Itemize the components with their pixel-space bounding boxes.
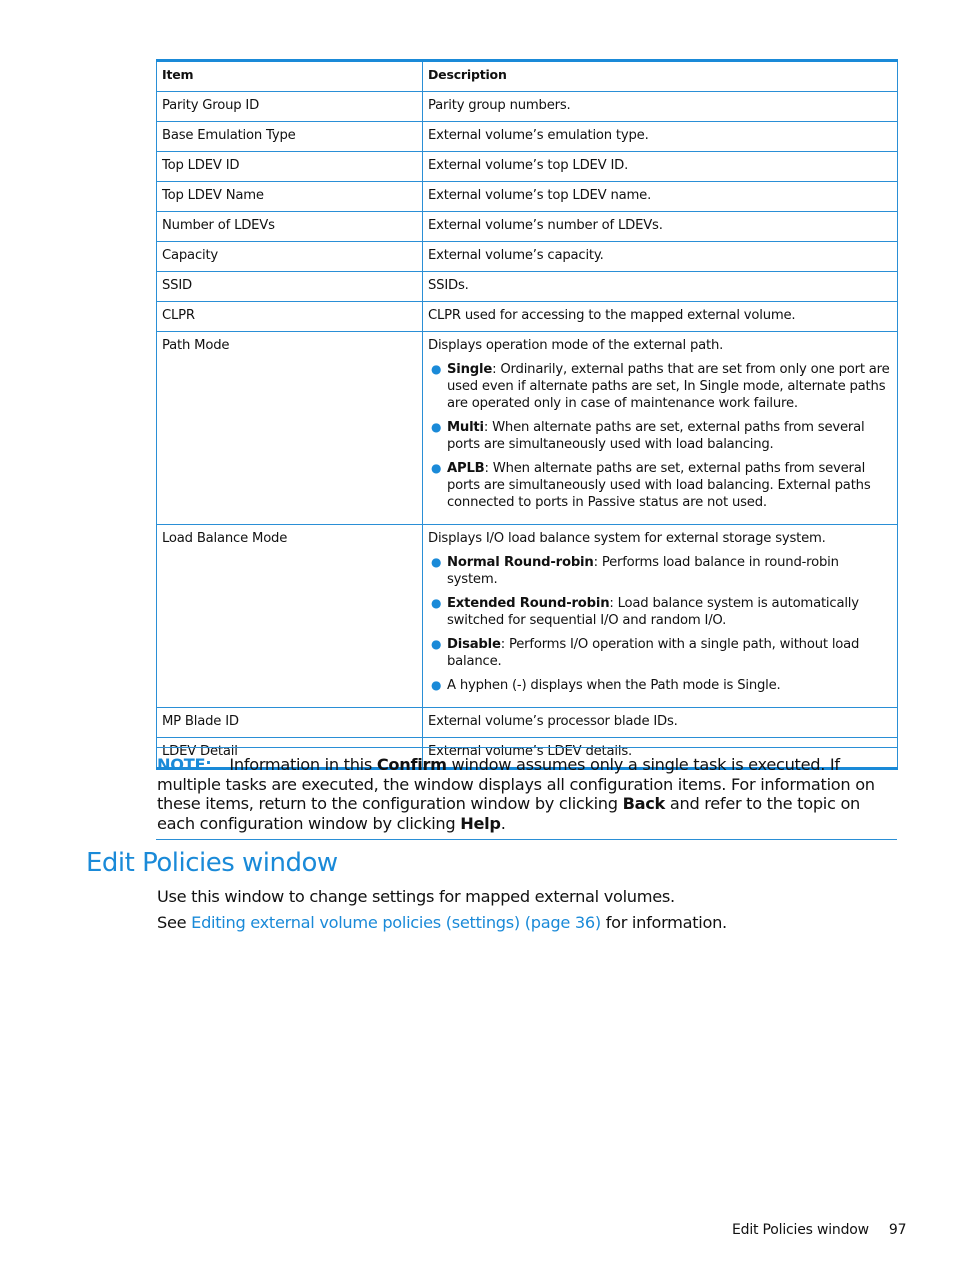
description-cell: External volume’s capacity. xyxy=(422,241,898,272)
bullet-term: Disable xyxy=(447,637,501,652)
table-header-row: Item Description xyxy=(156,59,898,92)
bullet-text: : Ordinarily, external paths that are se… xyxy=(447,362,890,411)
item-cell: SSID xyxy=(156,271,423,302)
bullet-term: Single xyxy=(447,362,493,377)
description-cell: External volume’s top LDEV name. xyxy=(422,181,898,212)
see-prefix: See xyxy=(157,913,192,932)
section-paragraph: Use this window to change settings for m… xyxy=(157,887,675,906)
description-cell: Displays I/O load balance system for ext… xyxy=(422,524,898,708)
bullet-term: APLB xyxy=(447,461,485,476)
table-row: Base Emulation Type External volume’s em… xyxy=(156,121,898,152)
description-cell: External volume’s top LDEV ID. xyxy=(422,151,898,182)
item-cell: Parity Group ID xyxy=(156,91,423,122)
table-row: Number of LDEVs External volume’s number… xyxy=(156,211,898,242)
bullet-icon: ● xyxy=(431,637,442,651)
description-cell: External volume’s number of LDEVs. xyxy=(422,211,898,242)
description-intro: Displays I/O load balance system for ext… xyxy=(428,531,826,546)
bullet-list: ● Single: Ordinarily, external paths that… xyxy=(428,361,892,511)
note-label: NOTE: xyxy=(157,755,212,774)
table-row: MP Blade ID External volume’s processor … xyxy=(156,707,898,738)
bullet-icon: ● xyxy=(431,461,442,475)
page-footer: Edit Policies window 97 xyxy=(732,1222,907,1238)
bullet-term: Extended Round-robin xyxy=(447,596,610,611)
section-paragraph-see: See Editing external volume policies (se… xyxy=(157,913,727,932)
list-item: ● Single: Ordinarily, external paths that… xyxy=(431,361,892,412)
description-cell: Displays operation mode of the external … xyxy=(422,331,898,525)
table-row: Top LDEV Name External volume’s top LDEV… xyxy=(156,181,898,212)
bullet-text: : When alternate paths are set, external… xyxy=(447,420,865,452)
description-cell: External volume’s emulation type. xyxy=(422,121,898,152)
description-intro: Displays operation mode of the external … xyxy=(428,338,724,353)
bullet-icon: ● xyxy=(431,678,442,692)
note-bold-confirm: Confirm xyxy=(376,755,447,774)
bullet-icon: ● xyxy=(431,362,442,376)
note-text: . xyxy=(500,813,506,833)
item-cell: MP Blade ID xyxy=(156,707,423,738)
footer-section-name: Edit Policies window xyxy=(732,1222,869,1238)
bullet-list: ● Normal Round-robin: Performs load balan… xyxy=(428,554,892,694)
list-item: ● Disable: Performs I/O operation with a … xyxy=(431,636,892,670)
table-row: Parity Group ID Parity group numbers. xyxy=(156,91,898,122)
item-cell: Top LDEV ID xyxy=(156,151,423,182)
bullet-icon: ● xyxy=(431,596,442,610)
description-cell: SSIDs. xyxy=(422,271,898,302)
table-row: SSID SSIDs. xyxy=(156,271,898,302)
item-cell: Path Mode xyxy=(156,331,423,525)
description-cell: External volume’s processor blade IDs. xyxy=(422,707,898,738)
list-item: ● A hyphen (-) displays when the Path mod… xyxy=(431,677,892,694)
list-item: ● Normal Round-robin: Performs load balan… xyxy=(431,554,892,588)
item-cell: Capacity xyxy=(156,241,423,272)
list-item: ● APLB: When alternate paths are set, ext… xyxy=(431,460,892,511)
note-text: Information in this xyxy=(229,755,377,774)
header-description: Description xyxy=(422,59,898,92)
bullet-icon: ● xyxy=(431,420,442,434)
table-row: CLPR CLPR used for accessing to the mapp… xyxy=(156,301,898,332)
description-cell: Parity group numbers. xyxy=(422,91,898,122)
bullet-icon: ● xyxy=(431,555,442,569)
table-row: Capacity External volume’s capacity. xyxy=(156,241,898,272)
bullet-term: Normal Round-robin xyxy=(447,555,594,570)
list-item: ● Extended Round-robin: Load balance syst… xyxy=(431,595,892,629)
item-cell: Load Balance Mode xyxy=(156,524,423,708)
table-row: Top LDEV ID External volume’s top LDEV I… xyxy=(156,151,898,182)
item-cell: CLPR xyxy=(156,301,423,332)
item-cell: Number of LDEVs xyxy=(156,211,423,242)
item-cell: Top LDEV Name xyxy=(156,181,423,212)
bullet-text: : When alternate paths are set, external… xyxy=(447,461,871,510)
note-bold-help: Help xyxy=(460,813,501,833)
description-cell: CLPR used for accessing to the mapped ex… xyxy=(422,301,898,332)
page-number: 97 xyxy=(888,1222,907,1238)
items-table: Item Description Parity Group ID Parity … xyxy=(156,59,898,770)
bullet-text: : Performs I/O operation with a single p… xyxy=(447,637,860,669)
editing-policies-link[interactable]: Editing external volume policies (settin… xyxy=(191,913,601,932)
note-bold-back: Back xyxy=(622,794,666,814)
see-suffix: for information. xyxy=(600,913,727,932)
item-cell: Base Emulation Type xyxy=(156,121,423,152)
bullet-text: A hyphen (-) displays when the Path mode… xyxy=(447,678,781,693)
items-table-container: Item Description Parity Group ID Parity … xyxy=(156,59,898,770)
table-row-load-balance-mode: Load Balance Mode Displays I/O load bala… xyxy=(156,524,898,708)
section-title: Edit Policies window xyxy=(86,848,338,878)
list-item: ● Multi: When alternate paths are set, ex… xyxy=(431,419,892,453)
header-item: Item xyxy=(156,59,423,92)
table-row-path-mode: Path Mode Displays operation mode of the… xyxy=(156,331,898,525)
bullet-term: Multi xyxy=(447,420,484,435)
note-box: NOTE: Information in this Confirm window … xyxy=(156,747,897,841)
